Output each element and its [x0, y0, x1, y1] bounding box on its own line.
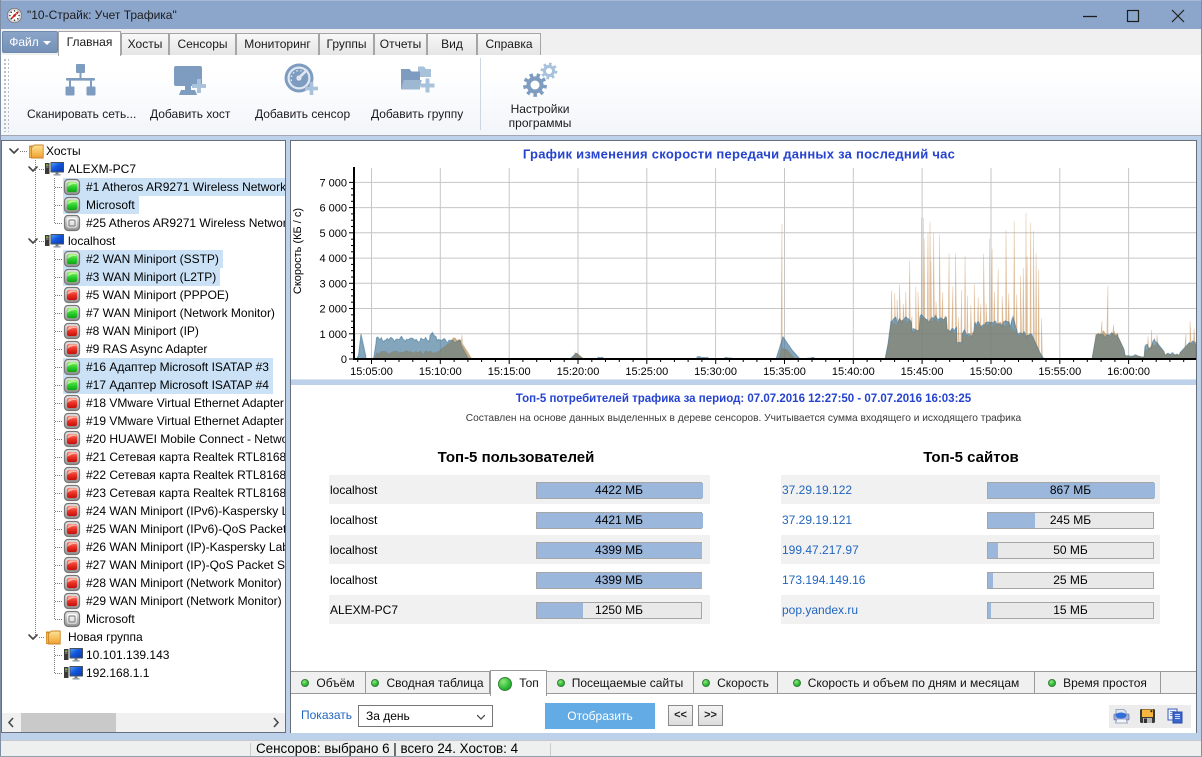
svg-text:15:15:00: 15:15:00: [488, 366, 531, 378]
svg-text:График изменения скорости пере: График изменения скорости передачи данны…: [523, 147, 955, 162]
svg-text:#29 WAN Miniport (Network Moni: #29 WAN Miniport (Network Monitor): [86, 594, 282, 608]
svg-text:Microsoft: Microsoft: [86, 612, 135, 626]
svg-text:#28 WAN Miniport (Network Moni: #28 WAN Miniport (Network Monitor): [86, 576, 282, 590]
svg-text:15:50:00: 15:50:00: [970, 366, 1013, 378]
svg-text:#25 Atheros AR9271 Wireless Ne: #25 Atheros AR9271 Wireless Network Adap…: [86, 216, 285, 230]
svg-text:2 000: 2 000: [319, 304, 347, 316]
svg-text:#5 WAN Miniport (PPPOE): #5 WAN Miniport (PPPOE): [86, 288, 229, 302]
svg-text:6 000: 6 000: [319, 203, 347, 215]
svg-text:15:10:00: 15:10:00: [419, 366, 462, 378]
svg-text:Microsoft: Microsoft: [86, 198, 135, 212]
svg-text:0: 0: [341, 354, 347, 366]
svg-text:#17 Адаптер Microsoft ISATAP #: #17 Адаптер Microsoft ISATAP #4: [86, 378, 269, 392]
svg-text:localhost: localhost: [68, 234, 116, 248]
svg-text:15:25:00: 15:25:00: [625, 366, 668, 378]
svg-text:5 000: 5 000: [319, 228, 347, 240]
svg-text:16:00:00: 16:00:00: [1107, 366, 1150, 378]
svg-text:Скорость (КБ / с): Скорость (КБ / с): [292, 208, 304, 294]
svg-text:3 000: 3 000: [319, 278, 347, 290]
svg-text:#3 WAN Miniport (L2TP): #3 WAN Miniport (L2TP): [86, 270, 216, 284]
svg-text:#2 WAN Miniport (SSTP): #2 WAN Miniport (SSTP): [86, 252, 219, 266]
svg-text:#8 WAN Miniport (IP): #8 WAN Miniport (IP): [86, 324, 199, 338]
svg-text:#9 RAS Async Adapter: #9 RAS Async Adapter: [86, 342, 207, 356]
svg-text:192.168.1.1: 192.168.1.1: [86, 666, 150, 680]
svg-text:#22 Сетевая карта Realtek RTL8: #22 Сетевая карта Realtek RTL8168D/8: [86, 468, 285, 482]
svg-text:#20 HUAWEI Mobile Connect - Ne: #20 HUAWEI Mobile Connect - Network: [86, 432, 285, 446]
svg-text:7 000: 7 000: [319, 177, 347, 189]
svg-text:#25 WAN Miniport (IPv6)-QoS Pa: #25 WAN Miniport (IPv6)-QoS Packet: [86, 522, 285, 536]
svg-text:#1 Atheros AR9271 Wireless Net: #1 Atheros AR9271 Wireless Network Adapt…: [86, 180, 285, 194]
svg-text:4 000: 4 000: [319, 253, 347, 265]
svg-text:#21 Сетевая карта Realtek RTL8: #21 Сетевая карта Realtek RTL8168D/8: [86, 450, 285, 464]
svg-text:Хосты: Хосты: [46, 144, 81, 158]
svg-text:Новая группа: Новая группа: [68, 630, 143, 644]
svg-text:#7 WAN Miniport (Network Monit: #7 WAN Miniport (Network Monitor): [86, 306, 275, 320]
svg-text:15:30:00: 15:30:00: [694, 366, 737, 378]
svg-text:#23 Сетевая карта Realtek RTL8: #23 Сетевая карта Realtek RTL8168D/8: [86, 486, 285, 500]
svg-text:#18 VMware Virtual Ethernet Ad: #18 VMware Virtual Ethernet Adapter for: [86, 396, 285, 410]
svg-text:10.101.139.143: 10.101.139.143: [86, 648, 170, 662]
svg-text:15:45:00: 15:45:00: [901, 366, 944, 378]
svg-text:ALEXM-PC7: ALEXM-PC7: [68, 162, 136, 176]
svg-text:15:40:00: 15:40:00: [832, 366, 875, 378]
svg-text:1 000: 1 000: [319, 329, 347, 341]
svg-text:15:05:00: 15:05:00: [350, 366, 393, 378]
svg-text:15:55:00: 15:55:00: [1038, 366, 1081, 378]
svg-text:#27 WAN Miniport (IP)-QoS Pack: #27 WAN Miniport (IP)-QoS Packet Sch: [86, 558, 285, 572]
svg-text:#19 VMware Virtual Ethernet Ad: #19 VMware Virtual Ethernet Adapter for: [86, 414, 285, 428]
svg-text:#24 WAN Miniport (IPv6)-Kasper: #24 WAN Miniport (IPv6)-Kaspersky Lab: [86, 504, 285, 518]
svg-text:#26 WAN Miniport (IP)-Kaspersk: #26 WAN Miniport (IP)-Kaspersky Lab: [86, 540, 285, 554]
svg-text:#16 Адаптер Microsoft ISATAP #: #16 Адаптер Microsoft ISATAP #3: [86, 360, 269, 374]
svg-text:15:35:00: 15:35:00: [763, 366, 806, 378]
svg-text:15:20:00: 15:20:00: [557, 366, 600, 378]
